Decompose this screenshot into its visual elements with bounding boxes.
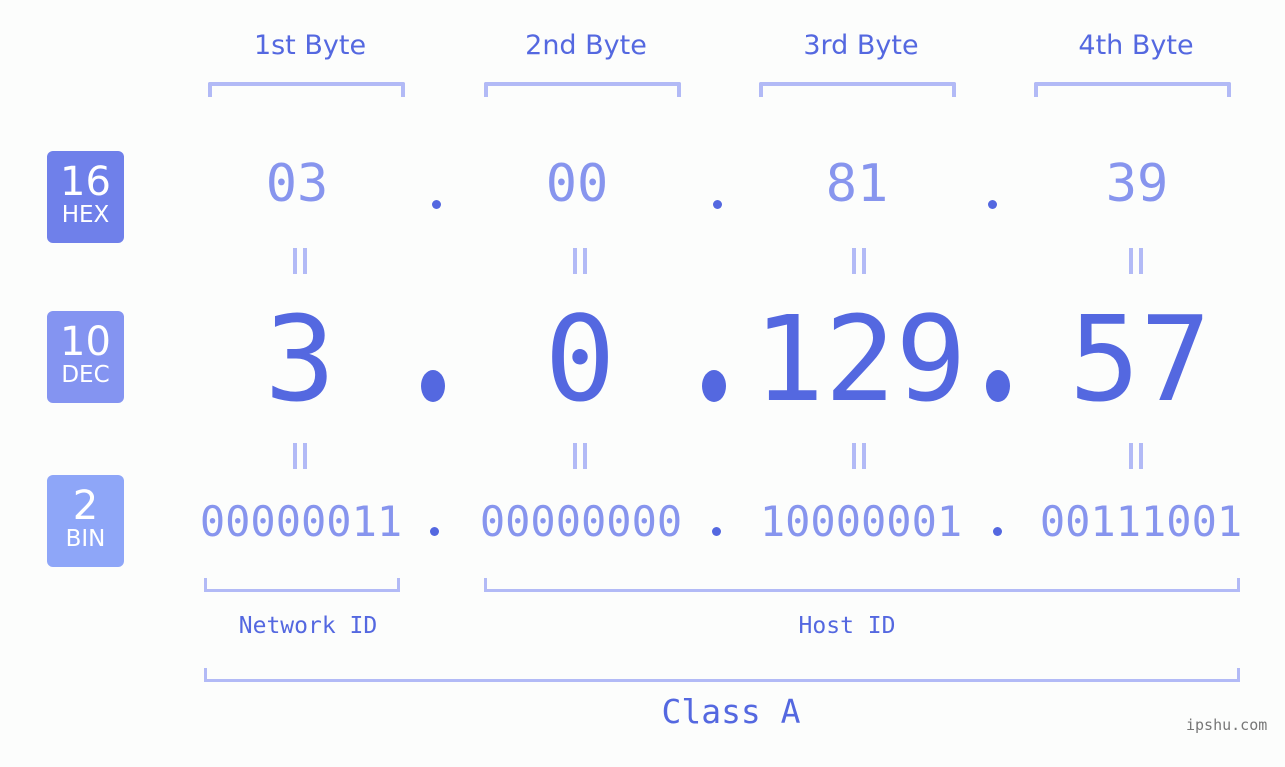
equals-icon: [1129, 443, 1143, 469]
hex-byte-2: 00: [545, 154, 609, 214]
bin-separator-dot: [430, 527, 439, 536]
watermark: ipshu.com: [1186, 716, 1268, 734]
bin-separator-dot: [712, 527, 721, 536]
byte-header-2: 2nd Byte: [525, 30, 647, 61]
byte-bracket-3: [759, 82, 956, 97]
hex-separator-dot: [713, 200, 722, 209]
byte-bracket-4: [1034, 82, 1231, 97]
class-bracket: [204, 668, 1240, 682]
hex-badge-label: HEX: [61, 202, 110, 228]
dec-badge: 10 DEC: [47, 311, 124, 403]
bin-badge: 2 BIN: [47, 475, 124, 567]
equals-icon: [293, 443, 307, 469]
bin-separator-dot: [993, 527, 1002, 536]
bin-badge-label: BIN: [65, 526, 106, 552]
byte-bracket-2: [484, 82, 681, 97]
hex-byte-4: 39: [1105, 154, 1169, 214]
network-id-bracket: [204, 578, 400, 592]
host-id-bracket: [484, 578, 1240, 592]
equals-icon: [852, 248, 866, 274]
dec-byte-3: 129: [753, 290, 967, 428]
equals-icon: [573, 248, 587, 274]
hex-separator-dot: [988, 200, 997, 209]
dec-byte-4: 57: [1068, 290, 1212, 428]
dec-byte-1: 3: [264, 290, 336, 428]
dec-separator-dot: [421, 370, 445, 402]
bin-byte-1: 00000011: [199, 497, 403, 546]
dec-separator-dot: [702, 370, 726, 402]
equals-icon: [293, 248, 307, 274]
equals-icon: [852, 443, 866, 469]
network-id-label: Network ID: [238, 613, 378, 639]
bin-badge-number: 2: [72, 483, 99, 529]
bin-byte-4: 00111001: [1039, 497, 1243, 546]
bin-byte-3: 10000001: [759, 497, 963, 546]
byte-header-4: 4th Byte: [1078, 30, 1194, 61]
dec-separator-dot: [986, 370, 1010, 402]
bin-byte-2: 00000000: [479, 497, 683, 546]
hex-byte-1: 03: [265, 154, 329, 214]
dec-badge-label: DEC: [61, 362, 110, 388]
dec-badge-number: 10: [60, 319, 111, 365]
hex-separator-dot: [432, 200, 441, 209]
hex-byte-3: 81: [825, 154, 889, 214]
hex-badge: 16 HEX: [47, 151, 124, 243]
equals-icon: [1129, 248, 1143, 274]
dec-byte-2: 0: [544, 290, 616, 428]
byte-header-1: 1st Byte: [253, 30, 367, 61]
byte-bracket-1: [208, 82, 405, 97]
equals-icon: [573, 443, 587, 469]
class-label: Class A: [661, 692, 801, 731]
host-id-label: Host ID: [798, 613, 896, 639]
hex-badge-number: 16: [60, 159, 111, 205]
byte-header-3: 3rd Byte: [803, 30, 919, 61]
